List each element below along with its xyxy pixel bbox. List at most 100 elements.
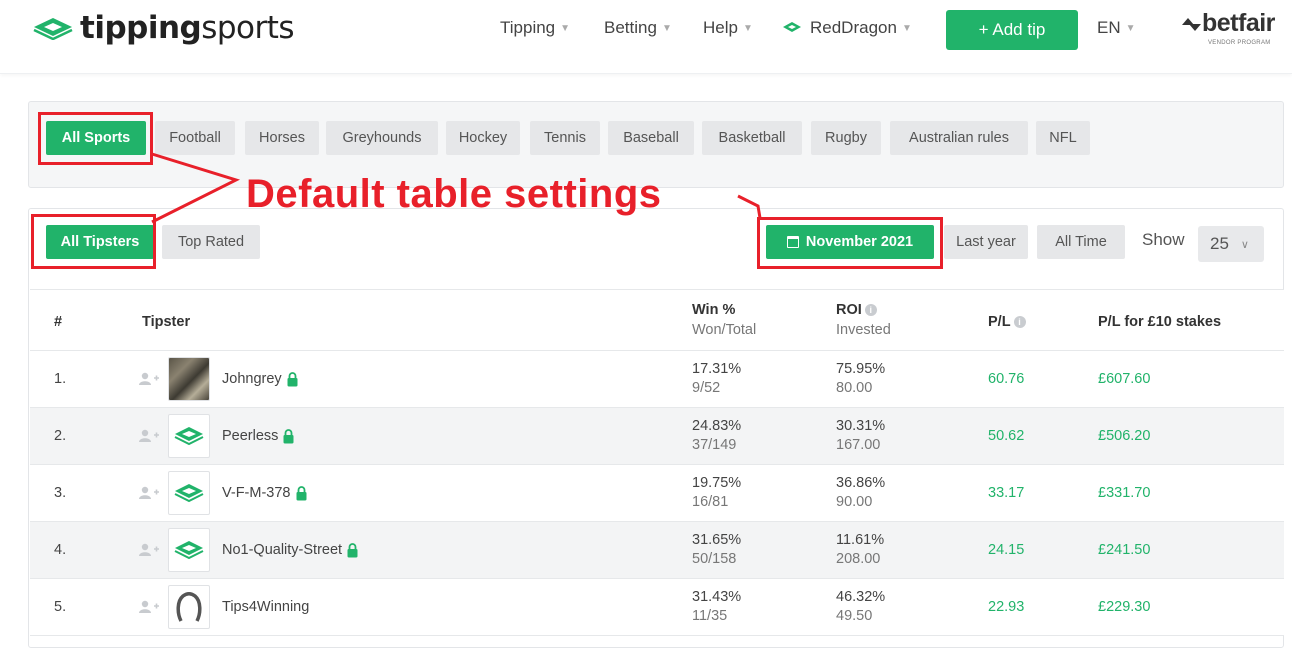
rank: 2. (54, 428, 67, 444)
profit-loss-10: £506.20 (1098, 428, 1151, 444)
sport-nfl[interactable]: NFL (1036, 121, 1090, 155)
betfair-name: betfair (1202, 9, 1275, 37)
nav-betting-label: Betting (604, 18, 657, 37)
profit-loss: 24.15 (988, 542, 1025, 558)
invested: 90.00 (836, 494, 873, 510)
table-row[interactable]: 2. Peerless 24.83% 37/149 30.31% 167.00 50.62 £… (30, 408, 1284, 465)
table-row[interactable]: 3. V-F-M-378 19.75% 16/81 36.86% 90.00 33.17 £3… (30, 465, 1284, 522)
avatar[interactable] (168, 528, 210, 572)
sport-rugby[interactable]: Rugby (811, 121, 881, 155)
follow-user-icon[interactable] (138, 372, 160, 386)
language-selector[interactable]: EN ▼ (1097, 12, 1136, 44)
tipster-name[interactable]: V-F-M-378 (222, 485, 307, 501)
tipster-name[interactable]: Johngrey (222, 371, 298, 387)
follow-button[interactable] (138, 600, 160, 614)
win-percent: 19.75% (692, 475, 742, 491)
follow-button[interactable] (138, 486, 160, 500)
top-header: tippingsports Tipping ▼ Betting ▼ Help ▼ Re… (0, 0, 1292, 74)
profit-loss-10: £241.50 (1098, 542, 1151, 558)
user-logo-icon (783, 22, 801, 32)
avatar[interactable] (168, 414, 210, 458)
info-icon[interactable]: i (1013, 316, 1026, 329)
tippingsports-avatar-icon (174, 484, 204, 503)
lock-icon (287, 371, 298, 387)
win-percent: 31.43% (692, 589, 742, 605)
nav-user-menu[interactable]: RedDragon ▼ (782, 12, 912, 44)
top-rated-tab[interactable]: Top Rated (162, 225, 260, 259)
table-header: # Tipster Win % Won/Total ROI i Invested … (30, 289, 1284, 351)
annotation-text: Default table settings (246, 172, 662, 216)
chevron-down-icon: ▼ (1125, 22, 1136, 34)
col-tipster[interactable]: Tipster (142, 314, 190, 330)
betfair-sub: VENDOR PROGRAM (1208, 40, 1271, 46)
profit-loss: 22.93 (988, 599, 1025, 615)
sport-basketball[interactable]: Basketball (702, 121, 802, 155)
won-total: 9/52 (692, 380, 721, 396)
avatar[interactable] (168, 471, 210, 515)
nav-betting[interactable]: Betting ▼ (604, 12, 672, 44)
roi: 75.95% (836, 361, 886, 377)
sport-football[interactable]: Football (155, 121, 235, 155)
chevron-down-icon: ▼ (742, 22, 753, 34)
sport-greyhounds[interactable]: Greyhounds (326, 121, 438, 155)
page-size-value: 25 (1210, 234, 1229, 253)
col-roi[interactable]: ROI i (836, 302, 877, 318)
nav-help[interactable]: Help ▼ (703, 12, 753, 44)
sport-australian-rules[interactable]: Australian rules (890, 121, 1028, 155)
rank: 3. (54, 485, 67, 501)
betfair-logo[interactable]: betfair VENDOR PROGRAM (1180, 9, 1275, 48)
follow-button[interactable] (138, 429, 160, 443)
profit-loss: 33.17 (988, 485, 1025, 501)
page-size-select[interactable]: 25 ∨ (1198, 226, 1264, 262)
avatar[interactable] (168, 357, 210, 401)
table-row[interactable]: 4. No1-Quality-Street 31.65% 50/158 11.61% 20… (30, 522, 1284, 579)
follow-button[interactable] (138, 372, 160, 386)
follow-user-icon[interactable] (138, 429, 160, 443)
logo-text-bold: tipping (80, 10, 202, 46)
nav-tipping[interactable]: Tipping ▼ (500, 12, 570, 44)
rank: 4. (54, 542, 67, 558)
follow-button[interactable] (138, 543, 160, 557)
add-tip-button[interactable]: + Add tip (946, 10, 1078, 50)
tipster-name-label: No1-Quality-Street (222, 542, 343, 558)
sport-hockey[interactable]: Hockey (446, 121, 520, 155)
follow-user-icon[interactable] (138, 486, 160, 500)
follow-user-icon[interactable] (138, 600, 160, 614)
follow-user-icon[interactable] (138, 543, 160, 557)
sport-horses[interactable]: Horses (245, 121, 319, 155)
avatar[interactable] (168, 585, 210, 629)
table-row[interactable]: 5. Tips4Winning 31.43% 11/35 46.32% 49.50 22.9… (30, 579, 1284, 636)
tipster-name-label: Johngrey (222, 371, 282, 387)
profit-loss-10: £331.70 (1098, 485, 1151, 501)
tipster-name[interactable]: Peerless (222, 428, 294, 444)
roi: 36.86% (836, 475, 886, 491)
table-row[interactable]: 1. Johngrey 17.31% 9/52 75.95% 80.00 60.76 £607… (30, 351, 1284, 408)
chevron-down-icon: ▼ (661, 22, 672, 34)
sport-baseball[interactable]: Baseball (608, 121, 694, 155)
col-win-sub: Won/Total (692, 322, 757, 338)
col-win[interactable]: Win % (692, 302, 735, 318)
period-last-year[interactable]: Last year (944, 225, 1028, 259)
highlight-box-all-tipsters (31, 214, 156, 269)
profit-loss: 60.76 (988, 371, 1025, 387)
won-total: 37/149 (692, 437, 737, 453)
profit-loss-10: £607.60 (1098, 371, 1151, 387)
col-pl10[interactable]: P/L for £10 stakes (1098, 314, 1221, 330)
period-all-time[interactable]: All Time (1037, 225, 1125, 259)
logo-text-light: sports (201, 10, 295, 46)
lock-icon (296, 485, 306, 501)
tippingsports-logo[interactable]: tippingsports (32, 8, 295, 48)
tipster-name[interactable]: Tips4Winning (222, 599, 309, 615)
chevron-down-icon: ▼ (560, 22, 571, 34)
col-pl[interactable]: P/L i (988, 314, 1026, 330)
highlight-box-all-sports (38, 112, 153, 165)
nav-user-label: RedDragon (810, 18, 897, 37)
tipster-name[interactable]: No1-Quality-Street (222, 542, 358, 558)
sport-tennis[interactable]: Tennis (530, 121, 600, 155)
info-icon[interactable]: i (864, 304, 877, 317)
tipster-name-label: Tips4Winning (222, 599, 310, 615)
highlight-box-period (757, 217, 943, 269)
roi: 46.32% (836, 589, 886, 605)
roi: 30.31% (836, 418, 886, 434)
won-total: 11/35 (692, 608, 728, 624)
